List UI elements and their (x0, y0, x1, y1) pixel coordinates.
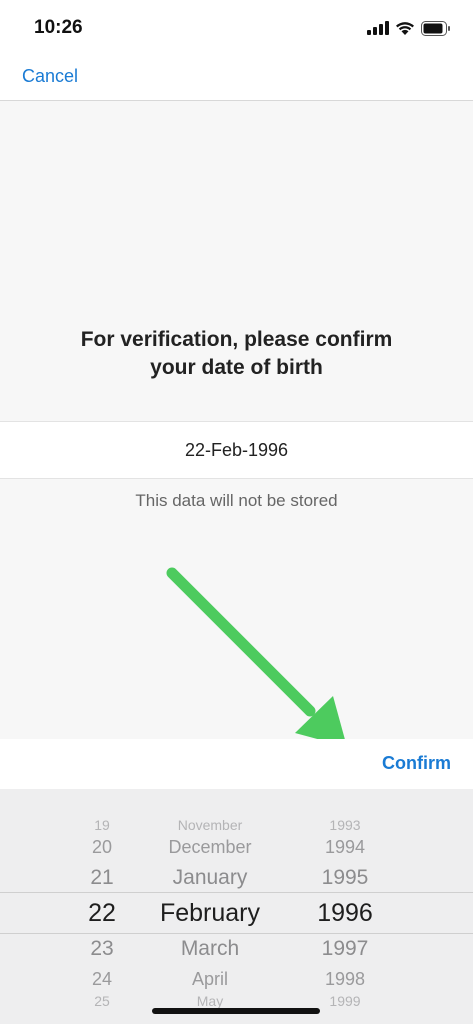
picker-day-option[interactable]: 22 (72, 899, 132, 928)
date-picker[interactable]: 19 20 21 22 23 24 25 November December January Fe… (0, 789, 473, 1024)
picker-month-option[interactable]: January (140, 866, 280, 890)
picker-year-option[interactable]: 1994 (300, 837, 390, 858)
picker-day-option[interactable]: 24 (72, 969, 132, 990)
picker-year-option[interactable]: 1998 (300, 969, 390, 990)
picker-year-option[interactable]: 1999 (300, 993, 390, 1009)
picker-year-option[interactable]: 1997 (300, 937, 390, 961)
confirm-button[interactable]: Confirm (382, 753, 451, 774)
picker-year-column[interactable]: 1993 1994 1995 1996 1997 1998 1999 (300, 789, 390, 1024)
picker-day-option[interactable]: 25 (72, 993, 132, 1009)
picker-year-option[interactable]: 1995 (300, 866, 390, 890)
picker-day-option[interactable]: 21 (72, 866, 132, 890)
picker-day-column[interactable]: 19 20 21 22 23 24 25 (72, 789, 132, 1024)
picker-day-option[interactable]: 19 (72, 817, 132, 833)
picker-year-option[interactable]: 1993 (300, 817, 390, 833)
picker-toolbar: Confirm (0, 739, 473, 789)
picker-day-option[interactable]: 23 (72, 937, 132, 961)
picker-month-option[interactable]: November (140, 817, 280, 833)
picker-month-option[interactable]: April (140, 969, 280, 990)
picker-month-option[interactable]: May (140, 993, 280, 1009)
picker-month-option[interactable]: February (140, 899, 280, 928)
picker-month-option[interactable]: December (140, 837, 280, 858)
picker-month-option[interactable]: March (140, 937, 280, 961)
picker-month-column[interactable]: November December January February March Apri… (140, 789, 280, 1024)
picker-day-option[interactable]: 20 (72, 837, 132, 858)
picker-year-option[interactable]: 1996 (300, 899, 390, 928)
home-indicator (152, 1008, 320, 1014)
